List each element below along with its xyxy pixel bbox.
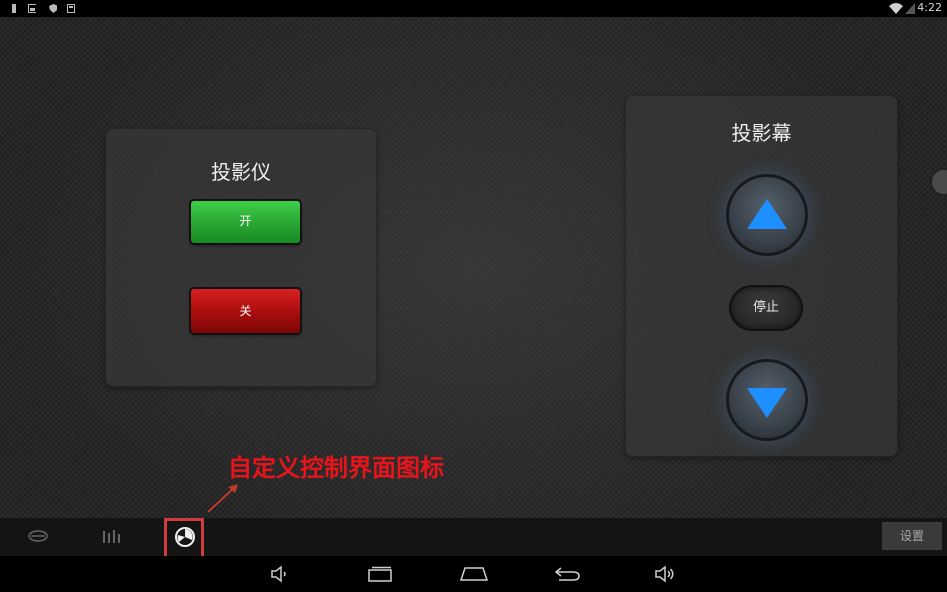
- usb-icon: [12, 4, 16, 13]
- volume-up-icon[interactable]: [654, 565, 676, 583]
- annotation-label: 自定义控制界面图标: [228, 453, 444, 482]
- signal-icon: [905, 3, 915, 14]
- status-bar: 4:22: [0, 0, 947, 17]
- shield-icon: [49, 4, 57, 13]
- app-screen: 4:22 投影仪 开 关 投影幕 停止 自定义控制界面图标 设置: [0, 0, 947, 592]
- projector-off-button[interactable]: 关: [191, 289, 300, 333]
- projector-title: 投影仪: [211, 160, 271, 184]
- status-clock: 4:22: [917, 1, 942, 14]
- recent-apps-icon[interactable]: [366, 566, 394, 582]
- screen-title: 投影幕: [731, 121, 792, 145]
- lighting-icon[interactable]: [28, 529, 48, 543]
- screen-stop-button[interactable]: 停止: [731, 287, 801, 329]
- screen-down-button[interactable]: [729, 362, 805, 438]
- floating-tool-handle[interactable]: [932, 170, 947, 194]
- volume-down-icon[interactable]: [270, 565, 290, 583]
- sd-card-icon: [67, 4, 75, 13]
- triangle-down-icon: [747, 388, 787, 418]
- wifi-icon: [889, 3, 903, 14]
- mixer-icon[interactable]: [101, 529, 123, 545]
- projector-panel: 投影仪 开 关: [105, 128, 377, 387]
- settings-button[interactable]: 设置: [882, 522, 942, 550]
- back-icon[interactable]: [553, 566, 581, 582]
- highlight-box: [164, 518, 204, 561]
- navigation-bar: [0, 556, 947, 592]
- screenshot-icon: [28, 4, 36, 13]
- annotation-arrow-icon: [207, 484, 238, 513]
- app-toolbar: [0, 518, 947, 556]
- projector-on-button[interactable]: 开: [191, 201, 300, 243]
- triangle-up-icon: [747, 199, 787, 229]
- screen-up-button[interactable]: [729, 177, 805, 253]
- home-icon[interactable]: [459, 566, 489, 582]
- screen-panel: 投影幕 停止: [625, 95, 898, 457]
